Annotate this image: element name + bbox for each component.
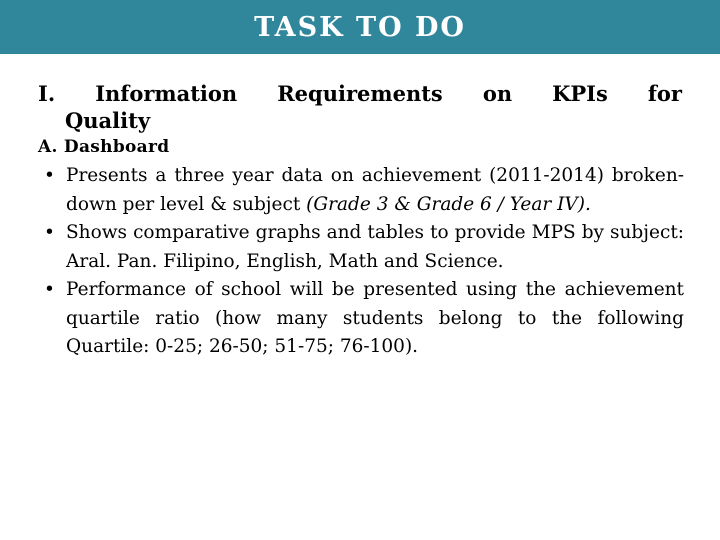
list-item: • Performance of school will be presente… (38, 276, 684, 362)
bullet-point-icon: • (44, 165, 55, 186)
list-item-text: Performance of school will be presented … (66, 279, 684, 357)
section-heading-dashboard: A. Dashboard (38, 137, 170, 157)
bullet-point-icon: • (44, 222, 55, 243)
list-item-text: Shows comparative graphs and tables to p… (66, 222, 684, 272)
slide-body: I. Information Requirements on KPIs for … (0, 54, 720, 540)
roman-heading-line-1: I. Information Requirements on KPIs for (38, 81, 682, 106)
bullet-list: • Presents a three year data on achievem… (38, 162, 684, 362)
bullet-point-icon: • (44, 279, 55, 300)
roman-numeral-heading: I. Information Requirements on KPIs for … (38, 80, 682, 134)
roman-heading-line-2: Quality (65, 108, 151, 133)
list-item: • Presents a three year data on achievem… (38, 162, 684, 219)
slide: TASK TO DO I. Information Requirements o… (0, 0, 720, 540)
page-title: TASK TO DO (254, 11, 466, 43)
slide-title-band: TASK TO DO (0, 0, 720, 54)
list-item: • Shows comparative graphs and tables to… (38, 219, 684, 276)
list-item-italic-text: (Grade 3 & Grade 6 / Year IV). (306, 193, 591, 215)
